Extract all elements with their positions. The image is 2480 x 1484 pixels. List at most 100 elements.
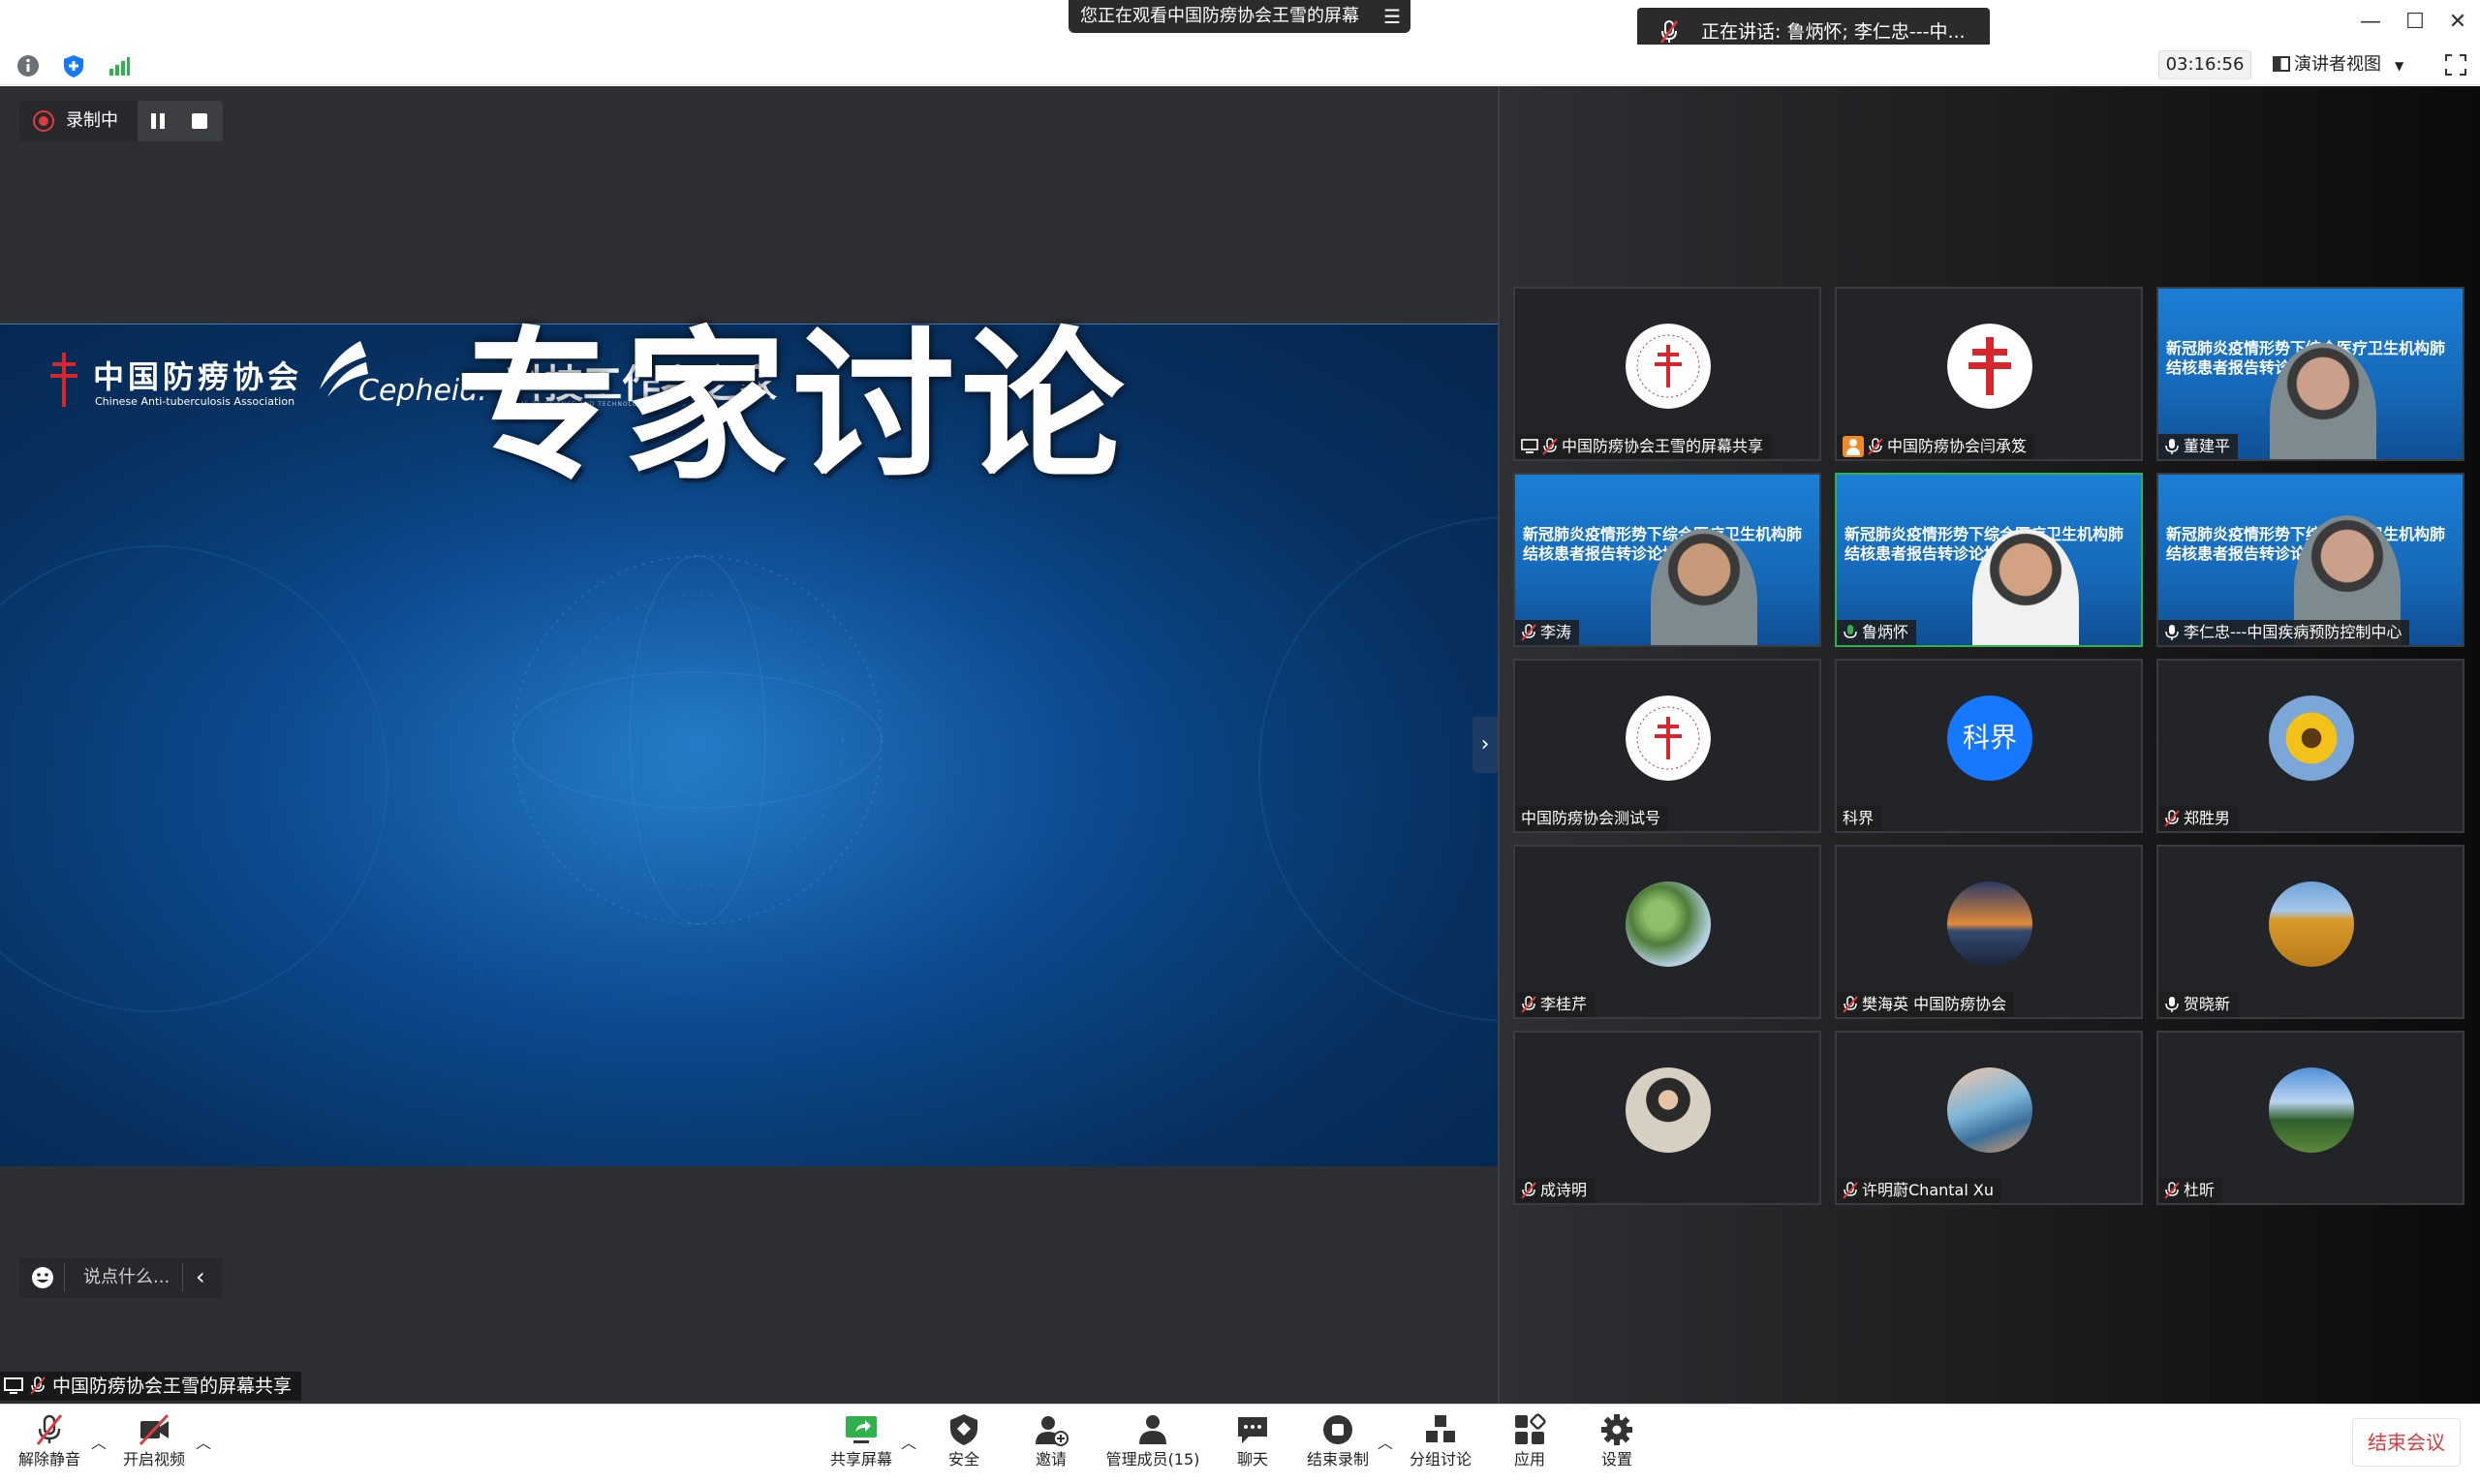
pause-recording-icon[interactable] [151,113,156,129]
share-screen-icon [846,1416,877,1443]
speaker-view-icon [2273,56,2290,72]
participant-name: 樊海英 中国防痨协会 [1862,995,2007,1013]
association-logo-icon [1626,696,1711,781]
avatar [1626,696,1711,781]
chevron-right-icon: › [1480,732,1490,757]
share-screen-button[interactable]: 共享屏幕 [818,1412,905,1469]
maximize-button[interactable]: ☐ [2401,8,2430,37]
mic-active-icon [1844,625,1857,638]
unmute-button[interactable]: 解除静音 [6,1412,93,1469]
mic-icon [2165,625,2179,640]
share-banner-text: 您正在观看中国防痨协会王雪的屏幕 [1080,6,1359,26]
emoji-icon[interactable] [31,1266,54,1289]
comment-bar[interactable]: 说点什么... ‹ [19,1257,223,1298]
chat-button[interactable]: 聊天 [1209,1412,1296,1469]
participant-name-bar: 郑胜男 [2158,806,2239,831]
stop-recording-icon[interactable] [192,113,207,129]
fullscreen-icon[interactable] [2443,52,2468,77]
avatar [1626,881,1711,967]
muted-mic-icon [30,1376,46,1395]
participant-tile[interactable]: 新冠肺炎疫情形势下综合医疗卫生机构肺结核患者报告转诊论坛 董建平 [2156,287,2464,461]
share-source-label: 中国防痨协会王雪的屏幕共享 [0,1372,302,1401]
avatar [1947,1067,2032,1153]
recording-options-caret-icon[interactable]: ︿ [1378,1430,1393,1453]
view-mode-dropdown[interactable]: 演讲者视图 ▼ [2273,50,2418,79]
close-button[interactable]: ✕ [2443,8,2472,37]
unmute-label: 解除静音 [17,1450,80,1469]
mic-icon [2165,439,2179,454]
participant-tile[interactable]: 樊海英 中国防痨协会 [1835,845,2143,1019]
meeting-timer: 03:16:56 [2158,50,2251,79]
muted-mic-icon [2164,810,2180,827]
participant-name: 成诗明 [1540,1181,1588,1199]
breakout-rooms-icon [1426,1415,1455,1442]
stage-divider[interactable] [1498,86,1500,1404]
muted-mic-icon [1521,1182,1536,1199]
participant-tile[interactable]: 成诗明 [1513,1031,1821,1205]
breakout-rooms-button[interactable]: 分组讨论 [1397,1412,1484,1469]
participant-name-bar: 李桂芹 [1515,992,1596,1017]
share-viewing-banner[interactable]: 您正在观看中国防痨协会王雪的屏幕 ☰ [1069,0,1410,33]
share-source-text: 中国防痨协会王雪的屏幕共享 [52,1376,293,1397]
slide-title: 专家讨论 [455,312,1130,502]
participant-tile[interactable]: 新冠肺炎疫情形势下综合医疗卫生机构肺结核患者报告转诊论坛 李涛 [1513,473,1821,647]
shield-icon[interactable] [61,53,86,78]
invite-button[interactable]: 邀请 [1008,1412,1095,1469]
muted-mic-icon [2164,1182,2180,1199]
org-name: 中国防痨协会 [93,358,303,395]
participant-name: 中国防痨协会王雪的屏幕共享 [1562,437,1764,455]
security-button[interactable]: 安全 [920,1412,1008,1469]
participant-tile[interactable]: 新冠肺炎疫情形势下综合医疗卫生机构肺结核患者报告转诊论坛 鲁炳怀 [1835,473,2143,647]
stop-recording-icon [1323,1415,1352,1444]
apps-button[interactable]: 应用 [1486,1412,1573,1469]
info-icon[interactable] [16,53,41,78]
participant-tile[interactable]: 新冠肺炎疫情形势下综合医疗卫生机构肺结核患者报告转诊论坛 李仁忠---中国疾病预防… [2156,473,2464,647]
participant-name: 李桂芹 [1540,995,1588,1013]
menu-icon[interactable]: ☰ [1383,0,1401,33]
participant-name-bar: 贺晓新 [2158,992,2239,1017]
participant-tile[interactable]: 许明蔚Chantal Xu [1835,1031,2143,1205]
invite-user-icon [1036,1416,1069,1446]
gear-icon [1601,1414,1632,1445]
participant-tile[interactable]: 杜昕 [2156,1031,2464,1205]
muted-mic-icon [1843,996,1858,1013]
settings-button[interactable]: 设置 [1573,1412,1660,1469]
org-name-en: Chinese Anti-tuberculosis Association [95,395,295,408]
end-recording-button[interactable]: 结束录制 [1294,1412,1381,1469]
chat-icon [1238,1417,1267,1443]
end-meeting-button[interactable]: 结束会议 [2352,1418,2461,1467]
avatar [1626,1067,1711,1153]
red-cross-logo-icon [1947,324,2032,409]
participant-tile[interactable]: 中国防痨协会王雪的屏幕共享 [1513,287,1821,461]
participants-button[interactable]: 管理成员(15) [1104,1412,1201,1469]
participant-name: 杜昕 [2184,1181,2216,1199]
video-options-caret-icon[interactable]: ︿ [196,1430,211,1453]
chevron-left-icon[interactable]: ‹ [196,1257,205,1296]
participants-icon [1139,1415,1166,1444]
minimize-button[interactable]: — [2356,8,2385,37]
avatar [2269,1067,2354,1153]
security-shield-icon [950,1414,977,1445]
comment-input[interactable]: 说点什么... [83,1257,170,1298]
participant-tile[interactable]: 中国防痨协会闫承笈 [1835,287,2143,461]
audio-options-caret-icon[interactable]: ︿ [91,1430,107,1453]
participant-name-bar: 樊海英 中国防痨协会 [1837,992,2015,1017]
participant-tile[interactable]: 李桂芹 [1513,845,1821,1019]
user-icon [1843,436,1864,457]
invite-label: 邀请 [1035,1450,1067,1469]
video-off-icon [139,1413,170,1446]
participant-tile[interactable]: 科界 科界 [1835,659,2143,833]
start-video-button[interactable]: 开启视频 [110,1412,198,1469]
signal-strength-icon[interactable] [107,53,132,78]
avatar [2269,881,2354,967]
share-options-caret-icon[interactable]: ︿ [901,1430,916,1453]
participant-tile[interactable]: 贺晓新 [2156,845,2464,1019]
speaking-text: 正在讲话: 鲁炳怀; 李仁忠---中... [1701,21,1966,43]
participant-name-bar: 成诗明 [1515,1178,1596,1203]
participant-tile[interactable]: 中国防痨协会测试号 [1513,659,1821,833]
participant-name-bar: 李仁忠---中国疾病预防控制中心 [2158,620,2410,645]
participant-tile[interactable]: 郑胜男 [2156,659,2464,833]
participant-name-bar: 中国防痨协会测试号 [1515,806,1669,831]
collapse-gallery-button[interactable]: › [1472,717,1498,773]
recording-label: 录制中 [66,110,118,131]
